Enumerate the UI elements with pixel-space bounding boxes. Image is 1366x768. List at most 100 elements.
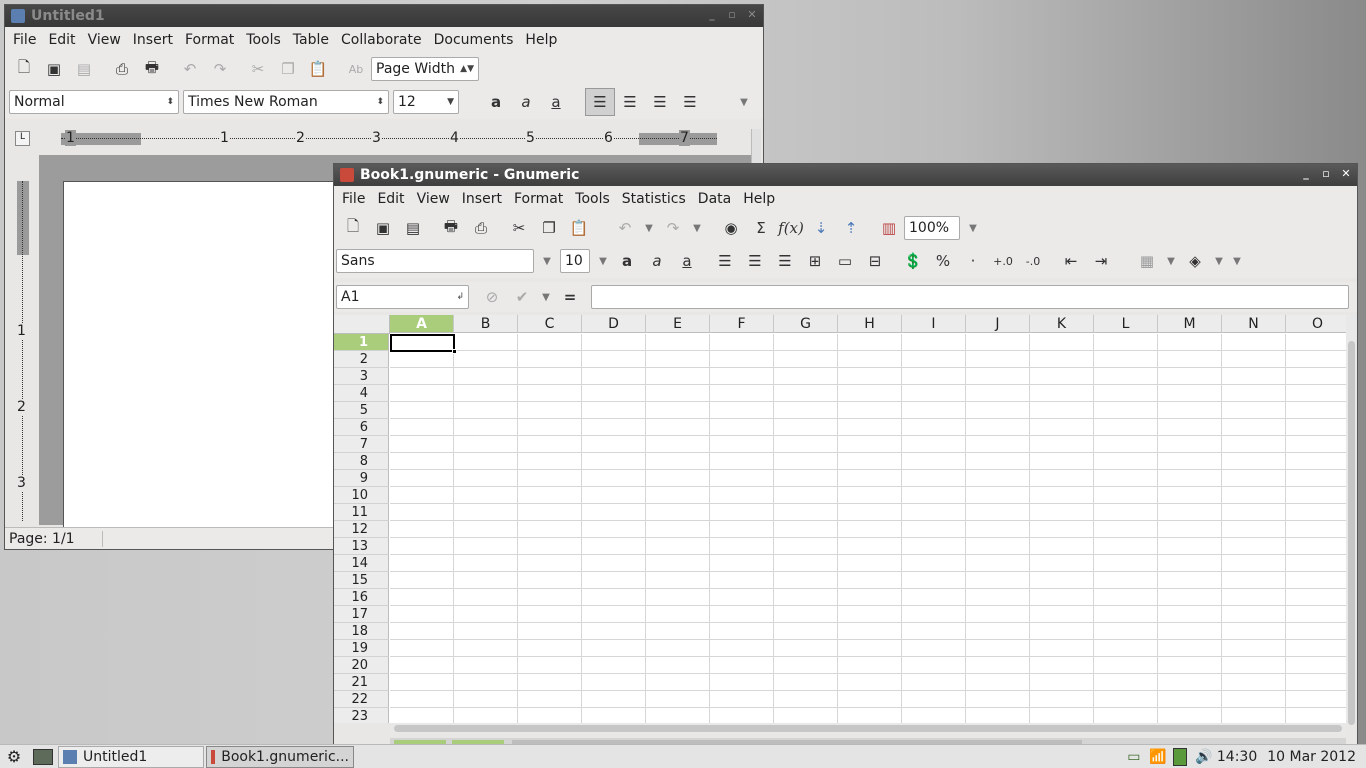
column-header-c[interactable]: C bbox=[518, 315, 582, 333]
gnumeric-menu-statistics[interactable]: Statistics bbox=[616, 191, 692, 207]
decrease-indent-icon[interactable]: ⇤ bbox=[1056, 247, 1086, 275]
print-preview-icon[interactable]: ⎙ bbox=[466, 214, 496, 242]
cut-icon[interactable]: ✂ bbox=[504, 214, 534, 242]
save-icon[interactable]: ▤ bbox=[69, 55, 99, 83]
close-icon[interactable]: ✕ bbox=[745, 8, 759, 21]
sort-ascending-icon[interactable]: ⇣ bbox=[806, 214, 836, 242]
gnumeric-menu-view[interactable]: View bbox=[411, 191, 456, 207]
zoom-select[interactable]: 100% bbox=[904, 216, 960, 240]
fill-handle[interactable] bbox=[452, 349, 457, 354]
row-header-8[interactable]: 8 bbox=[334, 453, 389, 470]
copy-icon[interactable]: ❐ bbox=[534, 214, 564, 242]
row-header-23[interactable]: 23 bbox=[334, 708, 389, 723]
gnumeric-menu-format[interactable]: Format bbox=[508, 191, 569, 207]
row-header-3[interactable]: 3 bbox=[334, 368, 389, 385]
underline-icon[interactable]: a bbox=[672, 247, 702, 275]
cancel-icon[interactable]: ⊘ bbox=[477, 283, 507, 311]
align-left-icon[interactable]: ☰ bbox=[585, 88, 615, 116]
column-header-e[interactable]: E bbox=[646, 315, 710, 333]
column-header-g[interactable]: G bbox=[774, 315, 838, 333]
open-icon[interactable]: ▣ bbox=[39, 55, 69, 83]
column-header-a[interactable]: A bbox=[390, 315, 454, 333]
fill-color-icon[interactable]: ◈ bbox=[1180, 247, 1210, 275]
merge-cells-icon[interactable]: ⊞ bbox=[800, 247, 830, 275]
column-header-h[interactable]: H bbox=[838, 315, 902, 333]
center-across-icon[interactable]: ▭ bbox=[830, 247, 860, 275]
currency-icon[interactable]: 💲 bbox=[898, 247, 928, 275]
decrease-decimals-icon[interactable]: -.0 bbox=[1018, 247, 1048, 275]
writer-menu-documents[interactable]: Documents bbox=[428, 32, 520, 48]
maximize-icon[interactable]: ▫ bbox=[1319, 167, 1333, 180]
sheet-hscroll-thumb[interactable] bbox=[394, 725, 1342, 732]
clock-time[interactable]: 14:30 bbox=[1217, 749, 1257, 765]
underline-icon[interactable]: a bbox=[541, 88, 571, 116]
spellcheck-icon[interactable]: Ab bbox=[341, 55, 371, 83]
writer-menu-table[interactable]: Table bbox=[287, 32, 335, 48]
minimize-icon[interactable]: _ bbox=[1299, 167, 1313, 180]
row-header-17[interactable]: 17 bbox=[334, 606, 389, 623]
writer-menu-collaborate[interactable]: Collaborate bbox=[335, 32, 428, 48]
row-header-4[interactable]: 4 bbox=[334, 385, 389, 402]
style-select[interactable]: Normal ⬍ bbox=[9, 90, 179, 114]
zoom-dropdown-icon[interactable]: ▼ bbox=[964, 214, 982, 242]
writer-menu-edit[interactable]: Edit bbox=[42, 32, 81, 48]
bold-icon[interactable]: a bbox=[612, 247, 642, 275]
writer-menu-format[interactable]: Format bbox=[179, 32, 240, 48]
writer-menu-file[interactable]: File bbox=[7, 32, 42, 48]
size-select[interactable]: 12 ▼ bbox=[393, 90, 459, 114]
paste-icon[interactable]: 📋 bbox=[564, 214, 594, 242]
font-select[interactable]: Sans bbox=[336, 249, 534, 273]
print-icon[interactable]: 🖶 bbox=[137, 55, 167, 83]
accept-icon[interactable]: ✔ bbox=[507, 283, 537, 311]
battery-icon[interactable]: ▭ bbox=[1121, 749, 1147, 765]
font-dropdown-icon[interactable]: ▼ bbox=[538, 247, 556, 275]
row-header-20[interactable]: 20 bbox=[334, 657, 389, 674]
print-preview-icon[interactable]: ⎙ bbox=[107, 55, 137, 83]
writer-menu-help[interactable]: Help bbox=[519, 32, 563, 48]
close-icon[interactable]: ✕ bbox=[1339, 167, 1353, 180]
row-header-12[interactable]: 12 bbox=[334, 521, 389, 538]
column-header-f[interactable]: F bbox=[710, 315, 774, 333]
column-header-j[interactable]: J bbox=[966, 315, 1030, 333]
gnumeric-menu-file[interactable]: File bbox=[336, 191, 371, 207]
italic-icon[interactable]: a bbox=[642, 247, 672, 275]
sort-descending-icon[interactable]: ⇡ bbox=[836, 214, 866, 242]
chart-icon[interactable]: ▥ bbox=[874, 214, 904, 242]
open-icon[interactable]: ▣ bbox=[368, 214, 398, 242]
column-header-o[interactable]: O bbox=[1286, 315, 1346, 333]
new-icon[interactable]: 🗋 bbox=[338, 214, 368, 242]
row-header-2[interactable]: 2 bbox=[334, 351, 389, 368]
gnumeric-menu-tools[interactable]: Tools bbox=[569, 191, 616, 207]
gnumeric-titlebar[interactable]: Book1.gnumeric - Gnumeric _ ▫ ✕ bbox=[334, 164, 1357, 186]
cut-icon[interactable]: ✂ bbox=[243, 55, 273, 83]
sum-icon[interactable]: Σ bbox=[746, 214, 776, 242]
column-header-l[interactable]: L bbox=[1094, 315, 1158, 333]
row-header-22[interactable]: 22 bbox=[334, 691, 389, 708]
gnumeric-menu-help[interactable]: Help bbox=[737, 191, 781, 207]
gnumeric-menu-data[interactable]: Data bbox=[692, 191, 737, 207]
sheet-vscroll-thumb[interactable] bbox=[1348, 341, 1355, 725]
task-untitled1[interactable]: Untitled1 bbox=[58, 745, 204, 768]
column-header-d[interactable]: D bbox=[582, 315, 646, 333]
gnumeric-menu-edit[interactable]: Edit bbox=[371, 191, 410, 207]
thousands-separator-icon[interactable]: · bbox=[958, 247, 988, 275]
redo-icon[interactable]: ↷ bbox=[205, 55, 235, 83]
undo-icon[interactable]: ↶ bbox=[610, 214, 640, 242]
tab-stop-icon[interactable]: L bbox=[15, 131, 30, 146]
justify-icon[interactable]: ☰ bbox=[675, 88, 705, 116]
column-header-k[interactable]: K bbox=[1030, 315, 1094, 333]
row-header-5[interactable]: 5 bbox=[334, 402, 389, 419]
align-left-icon[interactable]: ☰ bbox=[710, 247, 740, 275]
align-right-icon[interactable]: ☰ bbox=[645, 88, 675, 116]
unmerge-cells-icon[interactable]: ⊟ bbox=[860, 247, 890, 275]
column-header-b[interactable]: B bbox=[454, 315, 518, 333]
align-right-icon[interactable]: ☰ bbox=[770, 247, 800, 275]
document-page[interactable] bbox=[63, 181, 363, 531]
row-header-6[interactable]: 6 bbox=[334, 419, 389, 436]
save-icon[interactable]: ▤ bbox=[398, 214, 428, 242]
show-desktop-icon[interactable] bbox=[28, 748, 58, 765]
row-header-21[interactable]: 21 bbox=[334, 674, 389, 691]
row-header-7[interactable]: 7 bbox=[334, 436, 389, 453]
gnumeric-menu-insert[interactable]: Insert bbox=[456, 191, 508, 207]
font-select[interactable]: Times New Roman ⬍ bbox=[183, 90, 389, 114]
